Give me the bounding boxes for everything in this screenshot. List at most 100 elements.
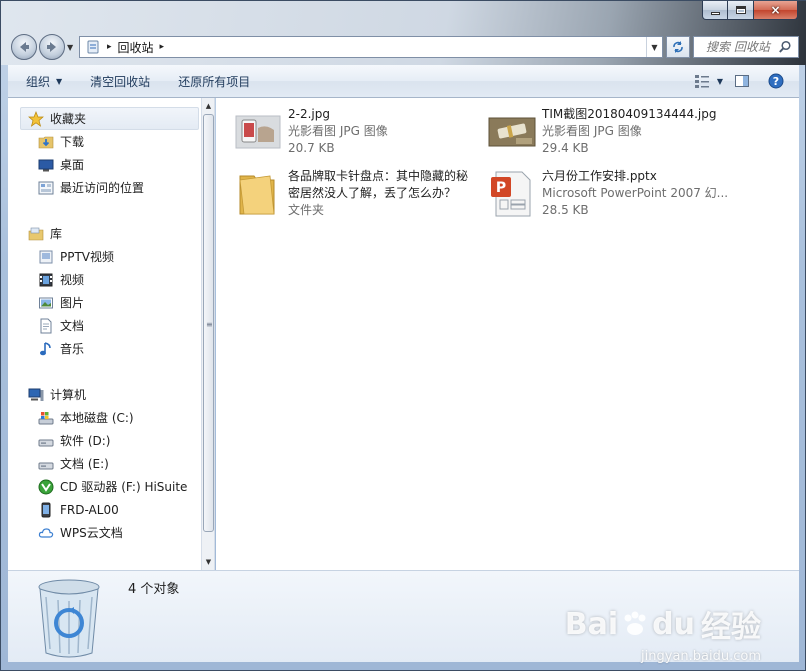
watermark-brand-tail: du (652, 606, 695, 642)
system-drive-icon (38, 411, 54, 424)
refresh-button[interactable] (666, 36, 690, 58)
recycle-bin-small-icon (87, 40, 99, 54)
sidebar-item-label: WPS云文档 (60, 526, 123, 540)
minimize-button[interactable] (702, 1, 728, 20)
view-dropdown-chevron-icon[interactable]: ▼ (717, 77, 723, 86)
sidebar-item-label: 软件 (D:) (60, 434, 111, 448)
object-count: 4 个对象 (128, 582, 180, 597)
minimize-icon (710, 11, 720, 15)
watermark-brand: Bai (564, 606, 619, 642)
powerpoint-file-icon: P (491, 171, 531, 217)
file-name: 2-2.jpg (288, 107, 330, 121)
video-library-icon (39, 273, 53, 286)
sidebar-item-drive-c[interactable]: 本地磁盘 (C:) (8, 406, 207, 429)
sidebar-item-music[interactable]: 音乐 (8, 337, 207, 360)
address-history-dropdown[interactable]: ▼ (646, 37, 662, 57)
sidebar-item-pictures[interactable]: 图片 (8, 291, 207, 314)
sidebar-item-label: 桌面 (60, 158, 85, 172)
search-input[interactable] (694, 40, 778, 54)
sidebar-item-downloads[interactable]: 下载 (8, 130, 207, 153)
maximize-button[interactable] (728, 1, 754, 20)
phone-device-icon (41, 502, 51, 517)
scroll-up-icon[interactable]: ▲ (204, 102, 213, 110)
breadcrumb-separator[interactable]: ▸ (107, 42, 112, 52)
organize-menu-button[interactable]: 组织 ▼ (16, 69, 72, 93)
scroll-down-icon[interactable]: ▼ (204, 558, 213, 566)
sidebar-item-drive-d[interactable]: 软件 (D:) (8, 429, 207, 452)
sidebar-item-label: 视频 (60, 273, 85, 287)
empty-recycle-bin-button[interactable]: 清空回收站 (80, 69, 160, 93)
folder-icon (239, 175, 275, 215)
sidebar-header-favorites[interactable]: 收藏夹 (20, 107, 199, 130)
file-details: 各品牌取卡针盘点：其中隐藏的秘 密居然没人了解，丢了怎么办？ 文件夹 (288, 168, 468, 226)
photo-thumbnail-icon (488, 117, 536, 147)
sidebar-header-libraries[interactable]: 库 (8, 222, 207, 245)
sidebar-header-computer[interactable]: 计算机 (8, 383, 207, 406)
help-icon: ? (768, 73, 784, 89)
computer-section: 计算机 本地磁盘 (C:) 软件 (D:) 文档 (E:) CD 驱动器 (F:… (8, 383, 207, 544)
file-name: 六月份工作安排.pptx (542, 169, 657, 183)
view-options-icon (694, 75, 709, 88)
file-size: 28.5 KB (542, 203, 589, 217)
sidebar-item-cd-drive[interactable]: CD 驱动器 (F:) HiSuite (8, 475, 207, 498)
file-size: 29.4 KB (542, 141, 589, 155)
sidebar-item-label: 图片 (60, 296, 85, 310)
breadcrumb-separator[interactable]: ▸ (160, 42, 165, 52)
sidebar-item-label: CD 驱动器 (F:) HiSuite (60, 480, 188, 494)
preview-pane-button[interactable] (729, 69, 755, 93)
photo-thumbnail-icon (235, 115, 281, 149)
help-button[interactable]: ? (763, 69, 789, 93)
file-type: 文件夹 (288, 203, 325, 217)
libraries-section: 库 PPTV视频 视频 图片 文档 音乐 (8, 222, 207, 360)
scroll-thumb[interactable]: ≡ (203, 114, 214, 532)
sidebar-item-recent-places[interactable]: 最近访问的位置 (8, 176, 207, 199)
sidebar-item-pptv[interactable]: PPTV视频 (8, 245, 207, 268)
desktop-icon (38, 159, 54, 171)
change-view-button[interactable] (689, 69, 715, 93)
back-button[interactable] (11, 34, 37, 60)
navigation-pane-scrollbar[interactable]: ▲ ≡ ▼ (201, 98, 215, 570)
file-item[interactable]: 2-2.jpg 光影看图 JPG 图像 20.7 KB (234, 106, 479, 164)
close-button[interactable]: × (754, 1, 798, 20)
folder-item[interactable]: 各品牌取卡针盘点：其中隐藏的秘 密居然没人了解，丢了怎么办？ 文件夹 (234, 168, 484, 226)
recycle-bin-icon (38, 579, 100, 658)
baidu-jingyan-watermark: Bai du 经验 (565, 602, 761, 646)
document-library-icon (40, 318, 52, 333)
organize-label: 组织 (26, 74, 51, 89)
svg-text:?: ? (773, 75, 779, 88)
drive-icon (38, 462, 54, 469)
file-details: 2-2.jpg 光影看图 JPG 图像 20.7 KB (288, 106, 388, 164)
sidebar-item-drive-e[interactable]: 文档 (E:) (8, 452, 207, 475)
caption-buttons: × (702, 1, 798, 20)
sidebar-item-frd-al00[interactable]: FRD-AL00 (8, 498, 207, 521)
empty-recycle-bin-label: 清空回收站 (90, 74, 151, 89)
download-folder-icon (38, 136, 54, 148)
forward-button[interactable] (39, 34, 65, 60)
address-bar[interactable]: ▸ 回收站 ▸ ▼ (79, 36, 663, 58)
file-details: 六月份工作安排.pptx Microsoft PowerPoint 2007 幻… (542, 168, 728, 226)
file-item[interactable]: TIM截图20180409134444.jpg 光影看图 JPG 图像 29.4… (488, 106, 788, 164)
sidebar-item-videos[interactable]: 视频 (8, 268, 207, 291)
file-item[interactable]: P 六月份工作安排.pptx Microsoft PowerPoint 2007… (488, 168, 788, 226)
file-type: Microsoft PowerPoint 2007 幻... (542, 186, 729, 200)
file-name-line-2: 密居然没人了解，丢了怎么办？ (288, 186, 457, 200)
sidebar-item-desktop[interactable]: 桌面 (8, 153, 207, 176)
drive-icon (38, 439, 54, 446)
recent-pages-dropdown[interactable]: ▼ (67, 43, 73, 52)
preview-pane-icon (735, 75, 749, 87)
watermark-brand-cn: 经验 (701, 610, 761, 645)
sidebar-item-label: FRD-AL00 (60, 502, 119, 517)
sidebar-item-label: PPTV视频 (60, 250, 115, 264)
file-type: 光影看图 JPG 图像 (542, 124, 642, 138)
sidebar-item-wps-cloud[interactable]: WPS云文档 (8, 521, 207, 544)
sidebar-item-documents[interactable]: 文档 (8, 314, 207, 337)
maximize-icon (735, 6, 746, 14)
chevron-down-icon: ▼ (56, 76, 63, 86)
restore-all-button[interactable]: 还原所有项目 (168, 69, 260, 93)
command-bar: 组织 ▼ 清空回收站 还原所有项目 ▼ ? (8, 65, 799, 98)
cd-drive-icon (38, 479, 54, 494)
file-details: TIM截图20180409134444.jpg 光影看图 JPG 图像 29.4… (542, 106, 717, 164)
sidebar-item-label: 文档 (E:) (60, 457, 109, 471)
breadcrumb-location[interactable]: 回收站 (118, 39, 154, 56)
search-box[interactable] (693, 36, 799, 58)
